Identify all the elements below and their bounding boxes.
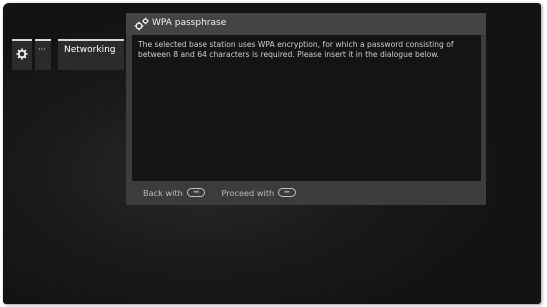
dialog-header: WPA passphrase: [126, 13, 486, 35]
proceed-hint-label: Proceed with: [221, 188, 275, 198]
wpa-passphrase-dialog: WPA passphrase The selected base station…: [126, 13, 486, 205]
proceed-hint[interactable]: Proceed with ▸▸: [221, 188, 297, 198]
dialog-title: WPA passphrase: [152, 18, 227, 28]
tv-screen: ··· Networking WPA passphrase The select…: [3, 3, 541, 304]
fast-forward-key-icon: ▸▸: [278, 188, 297, 197]
gear-icon: [16, 48, 28, 60]
breadcrumb-ellipsis[interactable]: ···: [35, 39, 51, 70]
breadcrumb-networking-label: Networking: [64, 45, 116, 55]
dialog-footer: Back with ◂◂ Proceed with ▸▸: [143, 188, 310, 202]
breadcrumb-settings[interactable]: [12, 39, 32, 70]
dialog-message: The selected base station uses WPA encry…: [138, 40, 454, 59]
breadcrumb-networking[interactable]: Networking: [58, 39, 124, 70]
rewind-key-icon: ◂◂: [186, 188, 205, 197]
gears-icon: [134, 17, 149, 31]
back-hint[interactable]: Back with ◂◂: [143, 188, 205, 198]
dialog-body: The selected base station uses WPA encry…: [132, 35, 481, 181]
back-hint-label: Back with: [143, 188, 183, 198]
breadcrumb-ellipsis-label: ···: [38, 45, 46, 54]
